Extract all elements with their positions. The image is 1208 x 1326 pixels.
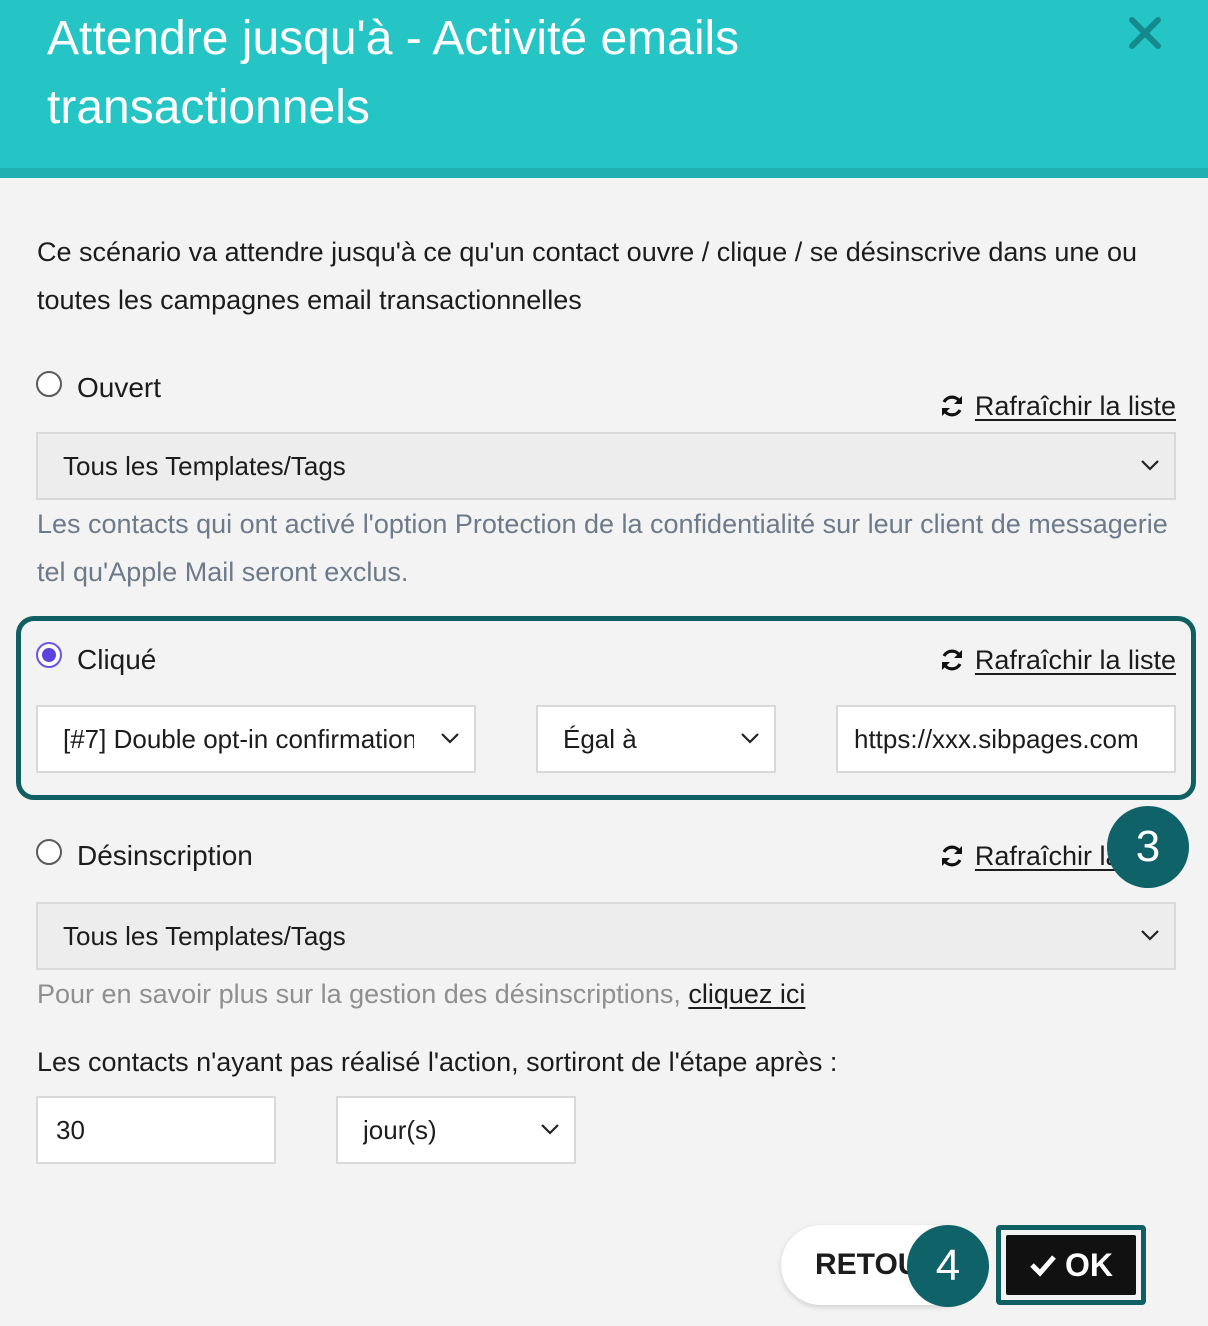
clicked-refresh-label: Rafraîchir la liste: [974, 644, 1176, 675]
exit-amount-input[interactable]: 30: [36, 1096, 276, 1164]
close-icon[interactable]: [1124, 12, 1166, 54]
ok-button-frame: OK: [996, 1225, 1146, 1305]
exit-amount-value: 30: [56, 1114, 85, 1145]
opened-template-select[interactable]: Tous les Templates/Tags: [36, 432, 1176, 500]
step-4-badge: 4: [907, 1225, 989, 1307]
clicked-url-value: https://xxx.sibpages.com: [854, 723, 1139, 754]
unsubscribe-radio[interactable]: [36, 839, 62, 865]
ok-button-label: OK: [1065, 1246, 1113, 1283]
opened-template-value: Tous les Templates/Tags: [63, 450, 346, 481]
refresh-icon: [941, 649, 962, 671]
ok-button[interactable]: OK: [1006, 1235, 1136, 1295]
opened-refresh-label: Rafraîchir la liste: [974, 390, 1176, 421]
privacy-note: Les contacts qui ont activé l'option Pro…: [37, 509, 1168, 587]
clicked-operator-value: Égal à: [563, 723, 637, 754]
chevron-down-icon: [441, 733, 459, 744]
opened-radio[interactable]: [36, 371, 62, 397]
chevron-down-icon: [741, 733, 759, 744]
chevron-down-icon: [1141, 460, 1159, 471]
unsubscribe-note: Pour en savoir plus sur la gestion des d…: [37, 970, 805, 1018]
opened-refresh-link[interactable]: Rafraîchir la liste: [939, 388, 1176, 424]
exit-unit-select[interactable]: jour(s): [336, 1096, 576, 1164]
opened-label: Ouvert: [77, 372, 162, 403]
unsubscribe-note-text: Pour en savoir plus sur la gestion des d…: [37, 979, 689, 1009]
refresh-icon: [941, 845, 962, 867]
refresh-icon: [941, 395, 962, 417]
unsubscribe-label: Désinscription: [77, 840, 253, 871]
clicked-radio[interactable]: [36, 642, 62, 668]
chevron-down-icon: [541, 1124, 559, 1135]
checkmark-icon: [1030, 1255, 1056, 1277]
intro-text: Ce scénario va attendre jusqu'à ce qu'un…: [37, 237, 1137, 315]
clicked-template-select[interactable]: [#7] Double opt-in confirmation: [36, 705, 476, 773]
clicked-operator-select[interactable]: Égal à: [536, 705, 776, 773]
clicked-label: Cliqué: [77, 644, 157, 675]
dialog-title: Attendre jusqu'à - Activité emails trans…: [47, 12, 740, 134]
step-3-badge: 3: [1107, 806, 1189, 888]
unsubscribe-template-value: Tous les Templates/Tags: [63, 920, 346, 951]
clicked-refresh-link[interactable]: Rafraîchir la liste: [939, 642, 1176, 678]
clicked-template-value: [#7] Double opt-in confirmation: [63, 723, 414, 754]
dialog-header: Attendre jusqu'à - Activité emails trans…: [0, 0, 1208, 178]
exit-delay-label: Les contacts n'ayant pas réalisé l'actio…: [37, 1047, 838, 1077]
exit-unit-value: jour(s): [363, 1114, 437, 1145]
clicked-url-input[interactable]: https://xxx.sibpages.com: [836, 705, 1176, 773]
unsubscribe-template-select[interactable]: Tous les Templates/Tags: [36, 902, 1176, 970]
chevron-down-icon: [1141, 930, 1159, 941]
unsubscribe-learn-more-link[interactable]: cliquez ici: [688, 979, 805, 1009]
